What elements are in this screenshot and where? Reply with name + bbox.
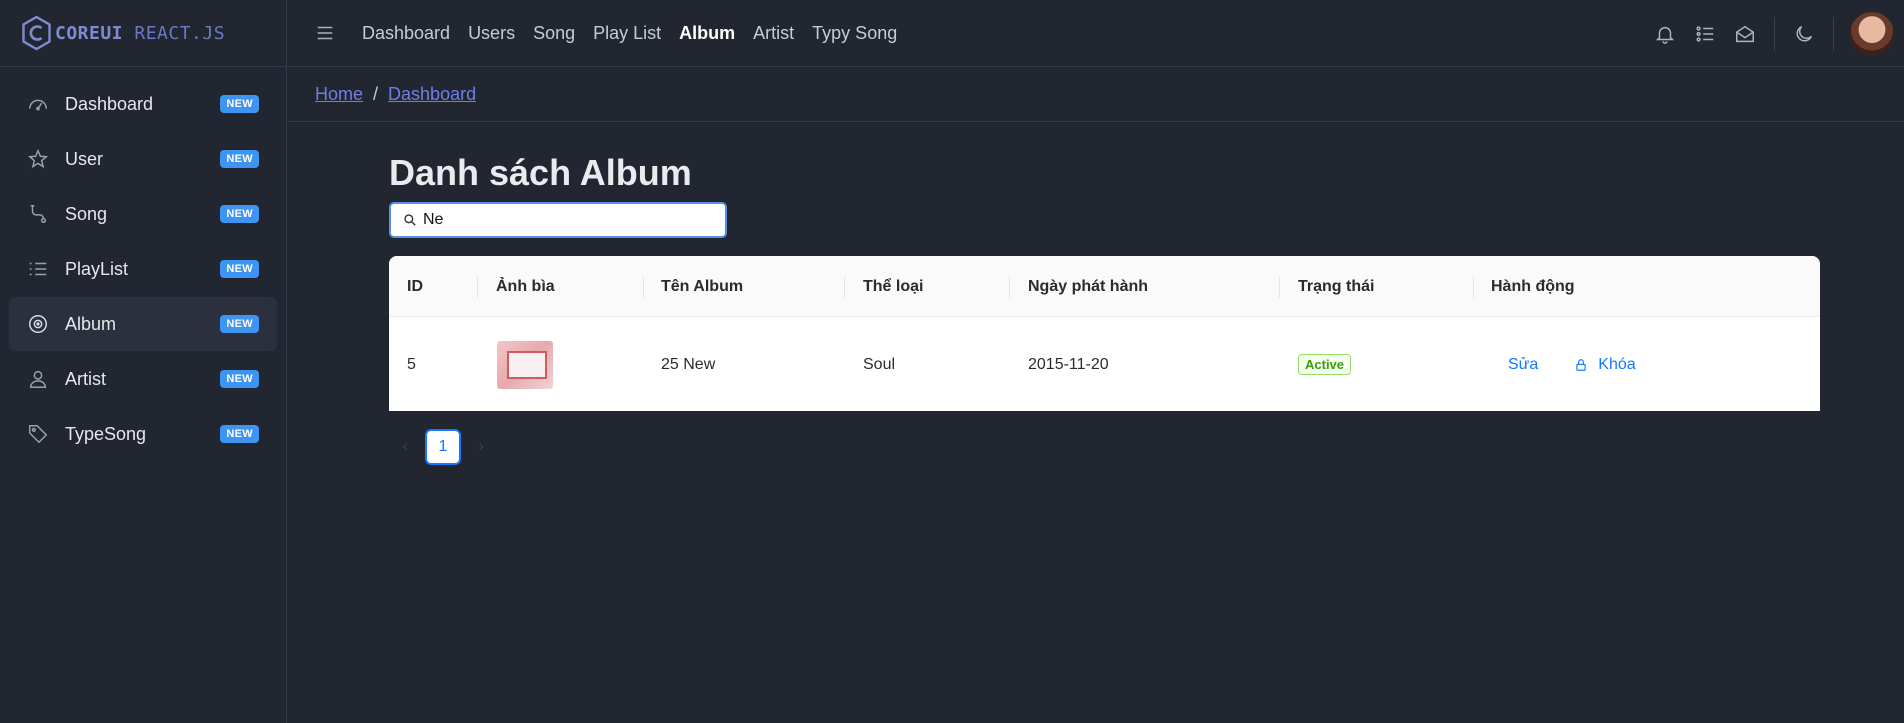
search-field[interactable] xyxy=(389,202,727,238)
tag-icon xyxy=(27,423,49,445)
avatar[interactable] xyxy=(1850,11,1894,56)
coreui-logo-icon xyxy=(22,15,51,51)
edit-button[interactable]: Sửa xyxy=(1508,356,1538,374)
sidebar-item-dashboard[interactable]: Dashboard NEW xyxy=(9,77,277,131)
new-badge: NEW xyxy=(220,315,259,333)
page-title: Danh sách Album xyxy=(389,152,692,193)
sidebar-item-user[interactable]: User NEW xyxy=(9,132,277,186)
sidebar-item-label: TypeSong xyxy=(65,423,147,444)
brand-react-text: REACT.JS xyxy=(134,22,226,44)
top-nav-dashboard[interactable]: Dashboard xyxy=(362,23,450,44)
envelope-open-icon[interactable] xyxy=(1734,23,1756,45)
task-list-icon[interactable] xyxy=(1694,23,1716,45)
sidebar: COREUI REACT.JS Dashboard NEW User NEW S… xyxy=(0,0,287,723)
breadcrumb-dashboard-link[interactable]: Dashboard xyxy=(388,84,476,105)
cell-cover xyxy=(497,318,553,411)
speedometer-icon xyxy=(27,93,49,115)
breadcrumb-separator: / xyxy=(373,84,379,104)
top-nav-artist[interactable]: Artist xyxy=(753,23,794,44)
sidebar-item-song[interactable]: Song NEW xyxy=(9,187,277,241)
top-nav-song[interactable]: Song xyxy=(533,23,575,44)
moon-icon[interactable] xyxy=(1793,23,1815,45)
album-table: ID Ảnh bìa Tên Album Thể loại Ngày phát … xyxy=(389,256,1820,411)
prev-page-icon[interactable]: ‹ xyxy=(389,431,421,463)
lock-button[interactable]: Khóa xyxy=(1574,355,1636,374)
column-header-status[interactable]: Trạng thái xyxy=(1298,256,1374,317)
new-badge: NEW xyxy=(220,260,259,278)
cell-release-date: 2015-11-20 xyxy=(1028,355,1109,373)
star-icon xyxy=(27,148,49,170)
table-header: ID Ảnh bìa Tên Album Thể loại Ngày phát … xyxy=(389,256,1820,317)
column-header-cover[interactable]: Ảnh bìa xyxy=(496,256,555,317)
column-header-name[interactable]: Tên Album xyxy=(661,256,743,317)
sidebar-item-playlist[interactable]: PlayList NEW xyxy=(9,242,277,296)
header-divider xyxy=(1774,16,1775,51)
column-header-id[interactable]: ID xyxy=(407,256,423,317)
sidebar-item-label: Artist xyxy=(65,368,107,389)
menu-toggle-icon[interactable] xyxy=(314,22,336,44)
table-row: 5 25 New Soul 2015-11-20 Active Sửa Khóa xyxy=(389,318,1820,411)
sidebar-item-typesong[interactable]: TypeSong NEW xyxy=(9,407,277,461)
new-badge: NEW xyxy=(220,150,259,168)
header-actions xyxy=(1636,0,1894,67)
disc-icon xyxy=(27,313,49,335)
top-header: Dashboard Users Song Play List Album Art… xyxy=(288,0,1904,67)
user-icon xyxy=(27,368,49,390)
pagination: ‹ 1 › xyxy=(389,429,497,465)
sidebar-item-label: User xyxy=(65,148,104,169)
lock-icon xyxy=(1576,358,1586,371)
search-icon xyxy=(404,214,416,226)
status-badge: Active xyxy=(1298,354,1352,375)
sidebar-item-label: Dashboard xyxy=(65,93,154,114)
brand-core-text: COREUI xyxy=(55,22,124,44)
search-input[interactable] xyxy=(423,211,703,229)
sidebar-item-label: Song xyxy=(65,203,108,224)
sidebar-item-label: Album xyxy=(65,313,117,334)
new-badge: NEW xyxy=(220,95,259,113)
sidebar-item-album[interactable]: Album NEW xyxy=(9,297,277,351)
bell-icon[interactable] xyxy=(1654,23,1676,45)
route-icon xyxy=(27,203,49,225)
next-page-icon[interactable]: › xyxy=(465,431,497,463)
top-nav: Dashboard Users Song Play List Album Art… xyxy=(362,23,915,44)
cell-id: 5 xyxy=(407,355,416,373)
header-divider xyxy=(1833,16,1834,51)
sidebar-nav: Dashboard NEW User NEW Song NEW PlayList… xyxy=(0,67,286,461)
cell-status: Active xyxy=(1298,318,1352,411)
list-icon xyxy=(27,258,49,280)
page-number-button[interactable]: 1 xyxy=(425,429,461,465)
cell-actions: Sửa Khóa xyxy=(1508,318,1636,411)
top-nav-users[interactable]: Users xyxy=(468,23,515,44)
album-cover-image xyxy=(497,340,553,389)
top-nav-playlist[interactable]: Play List xyxy=(593,23,661,44)
edit-label: Sửa xyxy=(1508,355,1539,373)
cell-genre: Soul xyxy=(863,355,896,373)
new-badge: NEW xyxy=(220,370,259,388)
column-header-genre[interactable]: Thể loại xyxy=(863,256,923,317)
cell-name: 25 New xyxy=(661,355,716,373)
brand-logo[interactable]: COREUI REACT.JS xyxy=(0,0,286,67)
new-badge: NEW xyxy=(220,425,259,443)
sidebar-item-label: PlayList xyxy=(65,258,129,279)
breadcrumb-home-link[interactable]: Home xyxy=(315,84,363,105)
column-header-release-date[interactable]: Ngày phát hành xyxy=(1028,256,1148,317)
breadcrumb: Home / Dashboard xyxy=(288,68,1904,122)
lock-label: Khóa xyxy=(1598,355,1636,373)
column-header-actions[interactable]: Hành động xyxy=(1491,256,1575,317)
new-badge: NEW xyxy=(220,205,259,223)
sidebar-item-artist[interactable]: Artist NEW xyxy=(9,352,277,406)
top-nav-typy-song[interactable]: Typy Song xyxy=(812,23,897,44)
top-nav-album[interactable]: Album xyxy=(679,23,735,44)
